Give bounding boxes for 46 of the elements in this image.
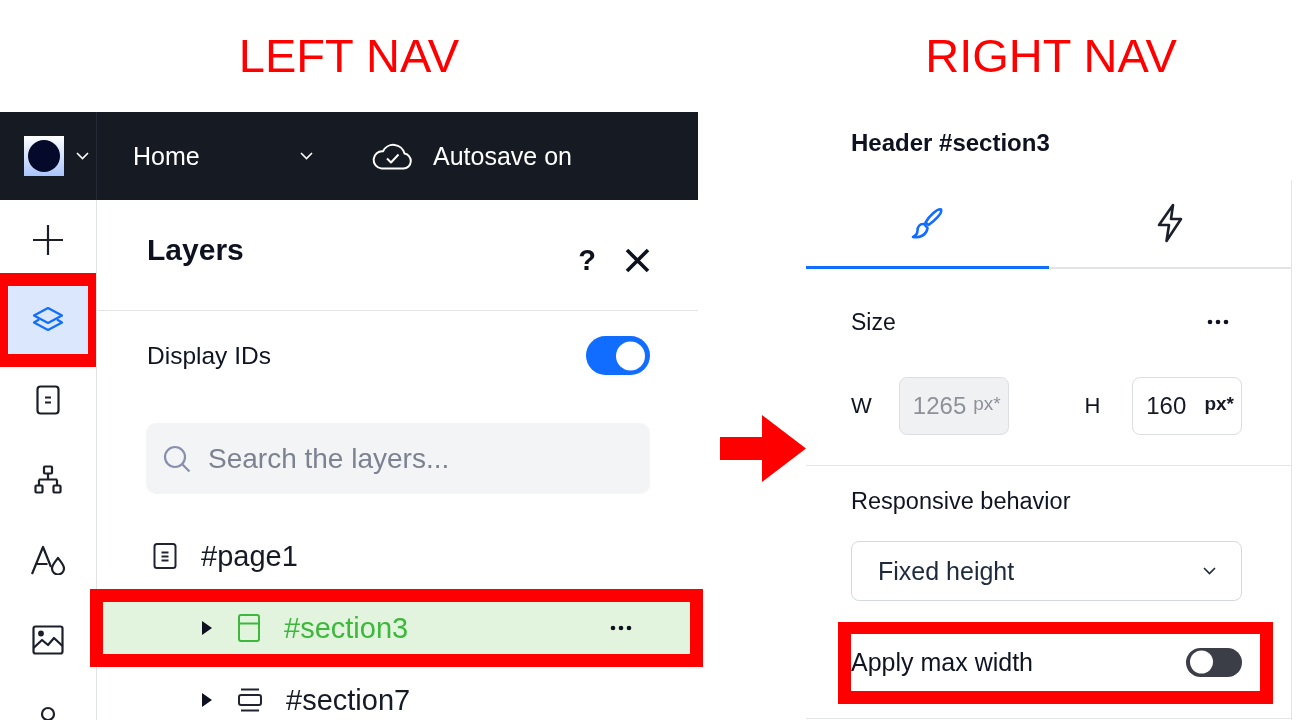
chevron-down-icon[interactable] xyxy=(76,152,89,160)
layer-label: #page1 xyxy=(201,541,298,571)
lightning-icon xyxy=(1155,203,1184,243)
layer-row[interactable]: #section7 xyxy=(97,664,698,720)
setting-label: Display IDs xyxy=(147,341,271,370)
more-icon[interactable] xyxy=(610,625,632,631)
field-label: W xyxy=(851,393,873,419)
sitemap-icon xyxy=(34,465,62,495)
search-icon xyxy=(163,444,191,473)
plus-icon xyxy=(32,225,64,255)
toggle-switch[interactable] xyxy=(586,336,650,375)
document-icon xyxy=(36,385,60,415)
autosave-status: Autosave on xyxy=(433,141,572,171)
close-icon[interactable] xyxy=(625,247,650,273)
caret-right-icon[interactable] xyxy=(200,692,214,708)
more-icon[interactable] xyxy=(1207,319,1229,325)
field-label: H xyxy=(1084,393,1102,419)
behavior-dropdown[interactable]: Fixed height xyxy=(851,541,1242,601)
section-label: Size xyxy=(851,308,896,336)
strip-icon xyxy=(238,688,262,712)
chevron-down-icon xyxy=(300,152,313,160)
document-icon xyxy=(153,543,177,569)
arrow-right-icon xyxy=(720,415,806,482)
chevron-down-icon xyxy=(1203,567,1216,575)
toggle-switch[interactable] xyxy=(1186,647,1242,677)
layer-label: #section3 xyxy=(284,613,409,643)
section-heading: RIGHT NAV xyxy=(925,30,1177,82)
section-icon xyxy=(238,614,260,642)
height-field[interactable]: 160 px* xyxy=(1132,377,1242,435)
image-icon xyxy=(32,625,64,655)
layer-row[interactable]: #page1 xyxy=(97,520,698,592)
brush-icon xyxy=(910,206,945,240)
help-button[interactable]: ? xyxy=(578,243,596,277)
cloud-check-icon xyxy=(372,142,412,170)
person-icon xyxy=(38,705,58,720)
section-heading: LEFT NAV xyxy=(238,30,460,82)
layer-label: #section7 xyxy=(286,685,411,715)
section-label: Responsive behavior xyxy=(851,487,1072,516)
text-drop-icon xyxy=(30,545,66,575)
layers-button[interactable] xyxy=(8,286,88,354)
caret-right-icon[interactable] xyxy=(200,620,214,636)
logo-icon[interactable] xyxy=(24,136,64,176)
page-dropdown[interactable]: Home xyxy=(133,136,313,176)
setting-label: Apply max width xyxy=(851,647,1034,677)
panel-title: Header #section3 xyxy=(850,128,1051,158)
panel-title: Layers xyxy=(147,232,245,268)
